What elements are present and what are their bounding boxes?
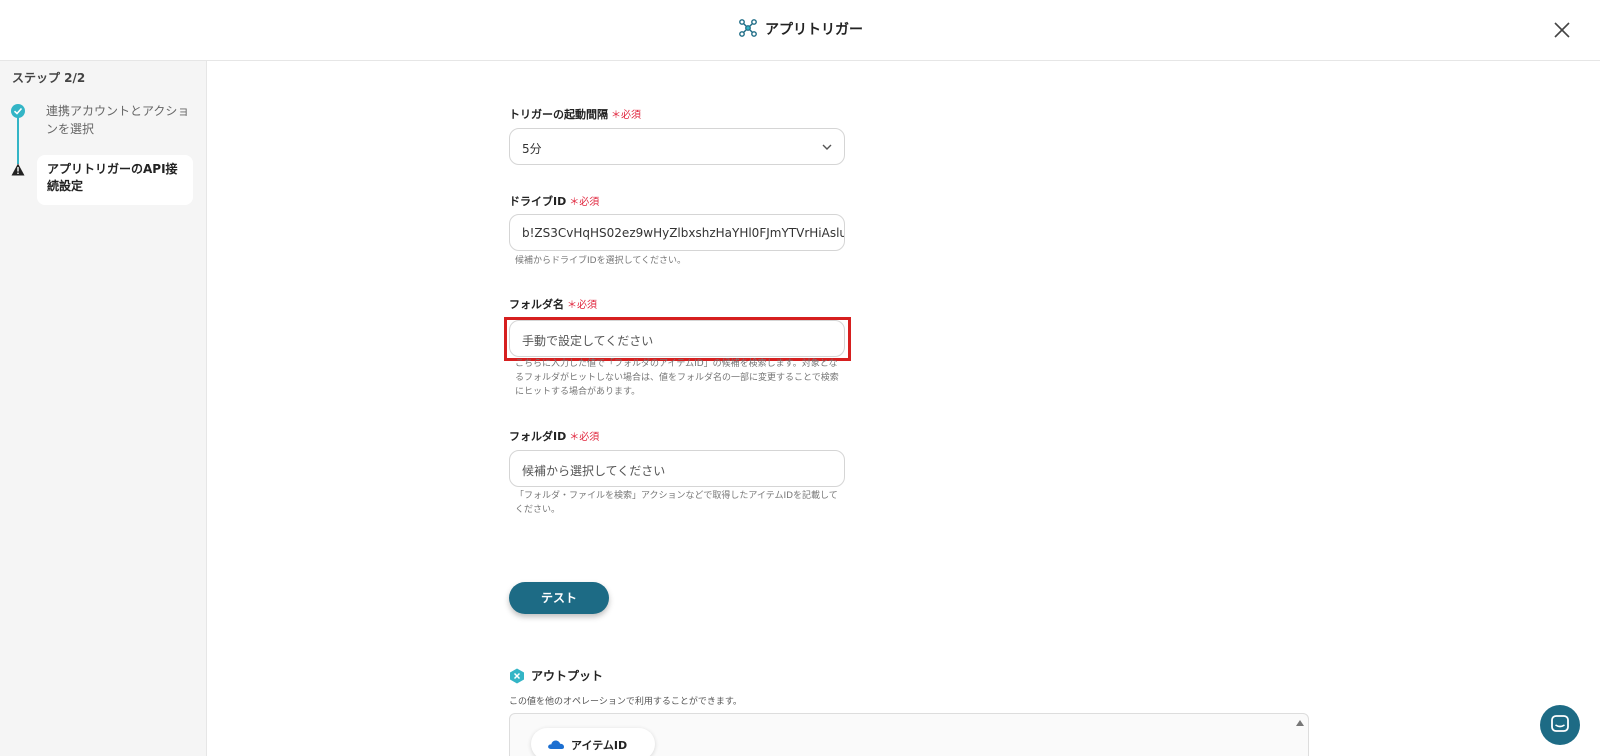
close-icon[interactable] — [1550, 18, 1574, 42]
interval-value: 5分 — [522, 142, 542, 156]
step-connector — [17, 117, 19, 164]
output-chip-item-id[interactable]: アイテムID — [531, 728, 655, 756]
highlight-annotation — [504, 317, 851, 361]
required-mark: ＊必須 — [567, 300, 597, 311]
step-item-api-settings[interactable]: アプリトリガーのAPI接続設定 — [37, 155, 193, 205]
required-mark: ＊必須 — [569, 197, 600, 208]
output-icon — [510, 668, 524, 683]
folder-name-hint: こちらに入力した値で「フォルダのアイテムID」の候補を検索します。対象となるフォ… — [515, 359, 839, 397]
interval-select[interactable]: 5分 — [509, 128, 845, 165]
required-mark: ＊必須 — [611, 110, 641, 121]
scroll-up-icon[interactable] — [1296, 720, 1304, 726]
drive-id-hint: 候補からドライブIDを選択してください。 — [515, 256, 687, 266]
output-list[interactable]: アイテムID — [509, 713, 1309, 756]
step-sidebar: ステップ 2/2 連携アカウントとアクションを選択 アプリトリガーのAPI接続設… — [0, 61, 207, 756]
folder-name-label-text: フォルダ名 — [509, 298, 564, 311]
folder-id-input[interactable]: 候補から選択してください — [509, 450, 845, 487]
folder-id-label: フォルダID ＊必須 — [509, 428, 599, 444]
folder-id-hint: 「フォルダ・ファイルを検索」アクションなどで取得したアイテムIDを記載してくださ… — [515, 491, 838, 515]
drive-id-input[interactable]: b!ZS3CvHqHS02ez9wHyZlbxshzHaYHl0FJmYTVrH… — [509, 214, 845, 251]
drive-id-label-text: ドライブID — [509, 195, 567, 208]
required-mark: ＊必須 — [569, 432, 600, 443]
main-content: トリガーの起動間隔 ＊必須 5分 ドライブID ＊必須 b!ZS3CvHqHS02e… — [208, 61, 1600, 756]
folder-id-placeholder: 候補から選択してください — [522, 464, 666, 478]
warning-icon — [11, 163, 25, 176]
header-title-wrap: アプリトリガー — [0, 19, 1600, 41]
header-title: アプリトリガー — [765, 22, 863, 38]
interval-label-text: トリガーの起動間隔 — [509, 108, 608, 121]
folder-id-label-text: フォルダID — [509, 430, 567, 443]
chat-icon — [1551, 715, 1569, 732]
output-chip-label: アイテムID — [571, 739, 628, 752]
test-button[interactable]: テスト — [509, 582, 609, 614]
check-icon — [11, 104, 25, 118]
chat-support-button[interactable] — [1540, 705, 1580, 745]
output-description: この値を他のオペレーションで利用することができます。 — [509, 697, 742, 707]
step-item-select-account[interactable]: 連携アカウントとアクションを選択 — [46, 102, 196, 138]
onedrive-icon — [548, 740, 565, 749]
modal-header: アプリトリガー — [0, 0, 1600, 61]
drive-id-label: ドライブID ＊必須 — [509, 193, 599, 209]
folder-name-label: フォルダ名 ＊必須 — [509, 296, 597, 312]
output-title-wrap: アウトプット — [509, 667, 603, 685]
step-count: ステップ 2/2 — [12, 71, 86, 85]
drive-id-value: b!ZS3CvHqHS02ez9wHyZlbxshzHaYHl0FJmYTVrH… — [522, 226, 845, 240]
app-trigger-logo-icon — [739, 19, 757, 37]
chevron-down-icon — [822, 144, 832, 150]
interval-label: トリガーの起動間隔 ＊必須 — [509, 106, 641, 122]
output-title: アウトプット — [531, 669, 604, 683]
